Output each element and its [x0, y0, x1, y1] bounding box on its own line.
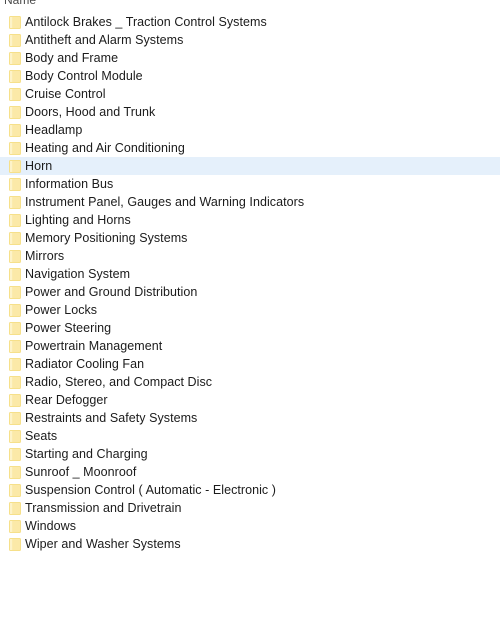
folder-icon: [9, 375, 21, 389]
list-item-label: Antitheft and Alarm Systems: [25, 33, 184, 47]
folder-icon: [9, 321, 21, 335]
folder-icon: [9, 231, 21, 245]
list-item-label: Radio, Stereo, and Compact Disc: [25, 375, 213, 389]
list-item[interactable]: Sunroof _ Moonroof: [0, 463, 500, 481]
list-item[interactable]: Power and Ground Distribution: [0, 283, 500, 301]
list-item-label: Windows: [25, 519, 77, 533]
list-item-label: Suspension Control ( Automatic - Electro…: [25, 483, 276, 497]
list-item-label: Horn: [25, 159, 53, 173]
folder-icon: [9, 411, 21, 425]
list-item-label: Doors, Hood and Trunk: [25, 105, 156, 119]
list-item-label: Navigation System: [25, 267, 131, 281]
folder-icon: [9, 537, 21, 551]
folder-icon: [9, 177, 21, 191]
list-item-label: Memory Positioning Systems: [25, 231, 188, 245]
folder-icon: [9, 195, 21, 209]
list-item-label: Heating and Air Conditioning: [25, 141, 185, 155]
list-item-label: Lighting and Horns: [25, 213, 131, 227]
file-explorer-pane: Name Antilock Brakes _ Traction Control …: [0, 0, 500, 619]
list-item[interactable]: Instrument Panel, Gauges and Warning Ind…: [0, 193, 500, 211]
folder-icon: [9, 483, 21, 497]
list-item-label: Powertrain Management: [25, 339, 163, 353]
folder-icon: [9, 267, 21, 281]
list-item-label: Power and Ground Distribution: [25, 285, 198, 299]
list-item[interactable]: Heating and Air Conditioning: [0, 139, 500, 157]
folder-icon: [9, 87, 21, 101]
list-item[interactable]: Seats: [0, 427, 500, 445]
list-item-label: Sunroof _ Moonroof: [25, 465, 137, 479]
list-item-label: Cruise Control: [25, 87, 106, 101]
list-item-label: Mirrors: [25, 249, 65, 263]
folder-icon: [9, 123, 21, 137]
list-item[interactable]: Lighting and Horns: [0, 211, 500, 229]
list-item[interactable]: Powertrain Management: [0, 337, 500, 355]
list-item[interactable]: Rear Defogger: [0, 391, 500, 409]
list-item[interactable]: Power Steering: [0, 319, 500, 337]
list-item-label: Body Control Module: [25, 69, 143, 83]
folder-icon: [9, 249, 21, 263]
folder-icon: [9, 51, 21, 65]
list-item[interactable]: Cruise Control: [0, 85, 500, 103]
list-item-label: Restraints and Safety Systems: [25, 411, 198, 425]
folder-icon: [9, 447, 21, 461]
folder-icon: [9, 357, 21, 371]
list-item-label: Information Bus: [25, 177, 114, 191]
folder-icon: [9, 501, 21, 515]
list-item-label: Rear Defogger: [25, 393, 108, 407]
folder-icon: [9, 303, 21, 317]
list-item[interactable]: Windows: [0, 517, 500, 535]
list-item-label: Transmission and Drivetrain: [25, 501, 182, 515]
folder-icon: [9, 15, 21, 29]
folder-icon: [9, 141, 21, 155]
list-item-label: Body and Frame: [25, 51, 119, 65]
list-item[interactable]: Antitheft and Alarm Systems: [0, 31, 500, 49]
folder-icon: [9, 285, 21, 299]
list-item[interactable]: Radio, Stereo, and Compact Disc: [0, 373, 500, 391]
list-item[interactable]: Horn: [0, 157, 500, 175]
folder-icon: [9, 519, 21, 533]
list-item[interactable]: Power Locks: [0, 301, 500, 319]
list-item[interactable]: Information Bus: [0, 175, 500, 193]
list-item[interactable]: Wiper and Washer Systems: [0, 535, 500, 553]
list-item[interactable]: Mirrors: [0, 247, 500, 265]
list-item-label: Headlamp: [25, 123, 83, 137]
column-header-name[interactable]: Name: [0, 0, 500, 8]
list-item-label: Radiator Cooling Fan: [25, 357, 145, 371]
list-item-label: Instrument Panel, Gauges and Warning Ind…: [25, 195, 305, 209]
list-item[interactable]: Transmission and Drivetrain: [0, 499, 500, 517]
list-item-label: Power Steering: [25, 321, 112, 335]
list-item-label: Power Locks: [25, 303, 98, 317]
file-list: Antilock Brakes _ Traction Control Syste…: [0, 13, 500, 553]
list-item[interactable]: Starting and Charging: [0, 445, 500, 463]
list-item[interactable]: Suspension Control ( Automatic - Electro…: [0, 481, 500, 499]
list-item[interactable]: Radiator Cooling Fan: [0, 355, 500, 373]
list-item[interactable]: Body and Frame: [0, 49, 500, 67]
folder-icon: [9, 69, 21, 83]
list-item-label: Seats: [25, 429, 58, 443]
column-header-row: Name: [0, 0, 500, 8]
list-item[interactable]: Navigation System: [0, 265, 500, 283]
list-item[interactable]: Restraints and Safety Systems: [0, 409, 500, 427]
folder-icon: [9, 159, 21, 173]
list-item-label: Antilock Brakes _ Traction Control Syste…: [25, 15, 267, 29]
folder-icon: [9, 33, 21, 47]
folder-icon: [9, 393, 21, 407]
list-item[interactable]: Doors, Hood and Trunk: [0, 103, 500, 121]
folder-icon: [9, 429, 21, 443]
list-item[interactable]: Antilock Brakes _ Traction Control Syste…: [0, 13, 500, 31]
folder-icon: [9, 339, 21, 353]
list-item[interactable]: Memory Positioning Systems: [0, 229, 500, 247]
list-item[interactable]: Headlamp: [0, 121, 500, 139]
list-item[interactable]: Body Control Module: [0, 67, 500, 85]
list-item-label: Starting and Charging: [25, 447, 148, 461]
folder-icon: [9, 213, 21, 227]
list-item-label: Wiper and Washer Systems: [25, 537, 181, 551]
folder-icon: [9, 465, 21, 479]
folder-icon: [9, 105, 21, 119]
